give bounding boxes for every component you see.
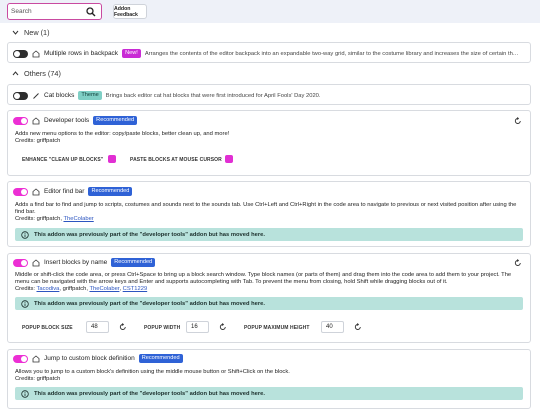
popup-width-input[interactable]: 16 xyxy=(186,321,209,333)
block-size-input[interactable]: 48 xyxy=(86,321,109,333)
recommended-badge: Recommended xyxy=(138,354,183,363)
setting-label-paste-cursor: PASTE BLOCKS AT MOUSE CURSOR xyxy=(130,157,222,163)
info-icon xyxy=(21,389,29,398)
reset-icon[interactable] xyxy=(514,259,522,267)
recommended-badge: Recommended xyxy=(88,187,133,196)
reset-icon[interactable] xyxy=(354,323,362,331)
info-icon xyxy=(21,230,29,239)
addon-credits: Credits: griffpatch, TheColaber xyxy=(15,216,94,222)
addon-name: Cat blocks xyxy=(44,92,75,99)
chevron-down-icon xyxy=(12,30,19,35)
editor-icon xyxy=(32,116,40,124)
addon-toggle[interactable] xyxy=(13,354,28,363)
addon-feedback-button[interactable]: Addon Feedback xyxy=(113,4,147,19)
setting-label-clean-up: ENHANCE "CLEAN UP BLOCKS" xyxy=(22,157,104,163)
moved-notice: This addon was previously part of the "d… xyxy=(15,297,523,310)
addon-toggle[interactable] xyxy=(13,258,28,267)
setting-label-block-size: POPUP BLOCK SIZE xyxy=(22,325,73,331)
addon-name: Insert blocks by name xyxy=(44,259,108,266)
setting-checkbox-clean-up[interactable] xyxy=(108,155,116,163)
notice-text: This addon was previously part of the "d… xyxy=(34,300,265,307)
section-header-others[interactable]: Others (74) xyxy=(12,69,61,78)
top-toolbar: Addon Feedback xyxy=(0,0,540,23)
addon-name: Jump to custom block definition xyxy=(44,355,135,362)
setting-checkbox-paste-cursor[interactable] xyxy=(225,155,233,163)
addon-name: Multiple rows in backpack xyxy=(44,50,119,57)
addon-name: Developer tools xyxy=(44,117,90,124)
addon-card-cat-blocks: Cat blocks Theme Brings back editor cat … xyxy=(7,84,531,105)
credit-link[interactable]: TheColaber xyxy=(89,286,119,292)
addon-card-developer-tools: Developer tools Recommended Adds new men… xyxy=(7,110,531,176)
chevron-up-icon xyxy=(12,71,19,76)
addon-credits: Credits: griffpatch xyxy=(15,138,61,144)
addon-toggle[interactable] xyxy=(13,49,28,58)
search-icon[interactable] xyxy=(86,7,96,17)
editor-icon xyxy=(32,258,40,266)
moved-notice: This addon was previously part of the "d… xyxy=(15,228,523,241)
addon-toggle[interactable] xyxy=(13,187,28,196)
section-label-new: New (1) xyxy=(24,28,50,37)
addon-description: Adds new menu options to the editor: cop… xyxy=(15,131,230,137)
addon-name: Editor find bar xyxy=(44,188,85,195)
addon-description: Arranges the contents of the editor back… xyxy=(144,50,520,57)
credit-link[interactable]: Tacodiva xyxy=(36,286,59,292)
reset-icon[interactable] xyxy=(219,323,227,331)
info-icon xyxy=(21,299,29,308)
addon-toggle[interactable] xyxy=(13,116,28,125)
moved-notice: This addon was previously part of the "d… xyxy=(15,387,523,400)
search-input[interactable] xyxy=(11,6,79,17)
editor-icon xyxy=(32,354,40,362)
credit-link[interactable]: CST1229 xyxy=(123,286,148,292)
recommended-badge: Recommended xyxy=(93,116,138,125)
addon-description: Middle or shift-click the code area, or … xyxy=(15,272,512,285)
addon-card-insert-blocks: Insert blocks by name Recommended Middle… xyxy=(7,253,531,343)
addon-toggle[interactable] xyxy=(13,91,28,100)
addon-description: Brings back editor cat hat blocks that w… xyxy=(105,92,321,99)
credit-link[interactable]: TheColaber xyxy=(63,216,93,222)
section-header-new[interactable]: New (1) xyxy=(12,28,50,37)
new-badge: New! xyxy=(122,49,141,58)
recommended-badge: Recommended xyxy=(111,258,156,267)
section-label-others: Others (74) xyxy=(24,69,61,78)
search-box[interactable] xyxy=(7,3,102,20)
addon-card-jump-definition: Jump to custom block definition Recommen… xyxy=(7,349,531,409)
addon-description: Allows you to jump to a custom block's d… xyxy=(15,369,290,375)
notice-text: This addon was previously part of the "d… xyxy=(34,231,265,238)
addon-credits: Credits: griffpatch xyxy=(15,376,61,382)
addon-description: Adds a find bar to find and jump to scri… xyxy=(15,202,517,215)
addon-card-find-bar: Editor find bar Recommended Adds a find … xyxy=(7,181,531,247)
setting-label-popup-width: POPUP WIDTH xyxy=(144,325,181,331)
setting-label-popup-height: POPUP MAXIMUM HEIGHT xyxy=(244,325,310,331)
addon-credits: Credits: Tacodiva, griffpatch, TheColabe… xyxy=(15,286,148,292)
reset-icon[interactable] xyxy=(119,323,127,331)
theme-badge: Theme xyxy=(78,91,102,100)
popup-height-input[interactable]: 40 xyxy=(321,321,344,333)
editor-icon xyxy=(32,49,40,57)
notice-text: This addon was previously part of the "d… xyxy=(34,390,265,397)
addon-card-backpack: Multiple rows in backpack New! Arranges … xyxy=(7,42,531,63)
reset-icon[interactable] xyxy=(514,117,522,125)
editor-icon xyxy=(32,187,40,195)
brush-icon xyxy=(33,92,39,99)
